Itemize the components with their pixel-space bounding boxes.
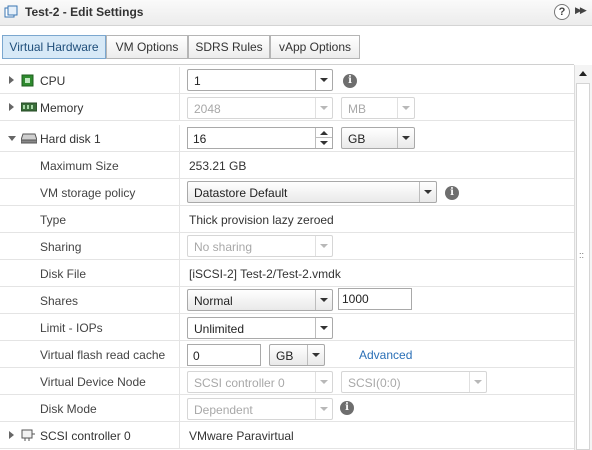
row-device-node: Virtual Device Node SCSI controller 0 SC… [0, 368, 574, 395]
row-flash-cache: Virtual flash read cache 0 GB Advanced [0, 341, 574, 368]
vertical-scrollbar[interactable]: :: [574, 65, 592, 450]
disk-mode-info-icon[interactable]: i [340, 401, 354, 415]
device-node-slot-select[interactable]: SCSI(0:0) [341, 371, 487, 393]
cpu-label: CPU [40, 74, 66, 88]
row-scsi-controller: SCSI controller 0 VMware Paravirtual [0, 422, 574, 449]
row-memory: Memory 2048 MB [0, 94, 574, 121]
scroll-up-icon[interactable] [579, 71, 587, 76]
cpu-expander-icon[interactable] [9, 76, 14, 84]
tab-virtual-hardware[interactable]: Virtual Hardware [2, 35, 106, 59]
shares-select[interactable]: Normal [187, 289, 333, 311]
row-sharing: Sharing No sharing [0, 233, 574, 260]
chevron-down-icon [397, 98, 414, 118]
scsi-controller-icon [21, 429, 36, 445]
window-titlebar: Test-2 - Edit Settings ? ▶▶ [0, 0, 592, 26]
chevron-down-icon [469, 372, 486, 392]
device-node-controller-select[interactable]: SCSI controller 0 [187, 371, 333, 393]
chevron-down-icon [315, 372, 332, 392]
hard-disk-label: Hard disk 1 [40, 132, 101, 146]
type-value: Thick provision lazy zeroed [189, 213, 334, 227]
hard-disk-collapse-icon[interactable] [8, 136, 16, 141]
tab-vm-options[interactable]: VM Options [106, 35, 188, 59]
disk-file-value: [iSCSI-2] Test-2/Test-2.vmdk [189, 267, 341, 281]
flash-cache-input[interactable]: 0 [187, 344, 261, 366]
memory-unit-select[interactable]: MB [341, 97, 415, 119]
cpu-select[interactable]: 1 [187, 69, 333, 91]
chevron-down-icon [419, 182, 436, 202]
disk-mode-label: Disk Mode [40, 402, 97, 416]
shares-number-input[interactable]: 1000 [338, 288, 412, 310]
row-limit-iops: Limit - IOPs Unlimited [0, 314, 574, 341]
maximum-size-value: 253.21 GB [189, 159, 247, 173]
chevron-down-icon [315, 70, 332, 90]
row-cpu: CPU 1 i [0, 67, 574, 94]
chevron-down-icon [315, 290, 332, 310]
memory-icon [20, 101, 38, 116]
help-button[interactable]: ? [554, 4, 570, 20]
limit-iops-label: Limit - IOPs [40, 321, 103, 335]
row-disk-file: Disk File [iSCSI-2] Test-2/Test-2.vmdk [0, 260, 574, 287]
grip-icon: :: [579, 250, 585, 260]
flash-cache-label: Virtual flash read cache [40, 348, 166, 362]
storage-policy-info-icon[interactable]: i [445, 186, 459, 200]
chevron-down-icon [307, 345, 324, 365]
row-disk-mode: Disk Mode Dependent i [0, 395, 574, 422]
type-label: Type [40, 213, 67, 227]
chevron-down-icon [315, 399, 332, 419]
hard-disk-unit-select[interactable]: GB [341, 127, 415, 149]
disk-mode-select[interactable]: Dependent [187, 398, 333, 420]
cpu-icon [21, 74, 34, 90]
disk-file-label: Disk File [40, 267, 87, 281]
flash-cache-unit-select[interactable]: GB [269, 344, 325, 366]
hard-disk-icon [20, 132, 38, 147]
increment-icon[interactable] [316, 128, 332, 138]
scsi-controller-value: VMware Paravirtual [189, 429, 294, 443]
scsi-expander-icon[interactable] [9, 431, 14, 439]
tab-vapp-options[interactable]: vApp Options [270, 35, 360, 59]
chevron-down-icon [315, 98, 332, 118]
cpu-info-icon[interactable]: i [343, 74, 357, 88]
shares-label: Shares [40, 294, 79, 308]
memory-expander-icon[interactable] [9, 103, 14, 111]
hardware-list: CPU 1 i Memory 2048 MB Hard disk 1 16 GB… [0, 64, 574, 450]
row-hard-disk: Hard disk 1 16 GB [0, 125, 574, 152]
sharing-label: Sharing [40, 240, 82, 254]
advanced-link[interactable]: Advanced [359, 348, 412, 362]
chevron-down-icon [315, 318, 332, 338]
row-type: Type Thick provision lazy zeroed [0, 206, 574, 233]
decrement-icon[interactable] [316, 138, 332, 148]
vm-icon [4, 5, 18, 22]
row-maximum-size: Maximum Size 253.21 GB [0, 152, 574, 179]
device-node-label: Virtual Device Node [40, 375, 146, 389]
storage-policy-label: VM storage policy [40, 186, 136, 200]
storage-policy-select[interactable]: Datastore Default [187, 181, 437, 203]
sharing-select[interactable]: No sharing [187, 235, 333, 257]
hard-disk-size-stepper[interactable]: 16 [187, 127, 333, 149]
chevron-down-icon [315, 236, 332, 256]
chevron-down-icon [397, 128, 414, 148]
scsi-controller-label: SCSI controller 0 [40, 429, 131, 443]
expand-panel-button[interactable]: ▶▶ [575, 5, 587, 16]
memory-label: Memory [40, 101, 84, 115]
tab-sdrs-rules[interactable]: SDRS Rules [188, 35, 270, 59]
scrollbar-thumb[interactable] [576, 83, 590, 450]
row-shares: Shares Normal 1000 [0, 287, 574, 314]
window-title: Test-2 - Edit Settings [25, 5, 144, 19]
row-storage-policy: VM storage policy Datastore Default i [0, 179, 574, 206]
limit-iops-select[interactable]: Unlimited [187, 317, 333, 339]
maximum-size-label: Maximum Size [40, 159, 119, 173]
memory-select[interactable]: 2048 [187, 97, 333, 119]
